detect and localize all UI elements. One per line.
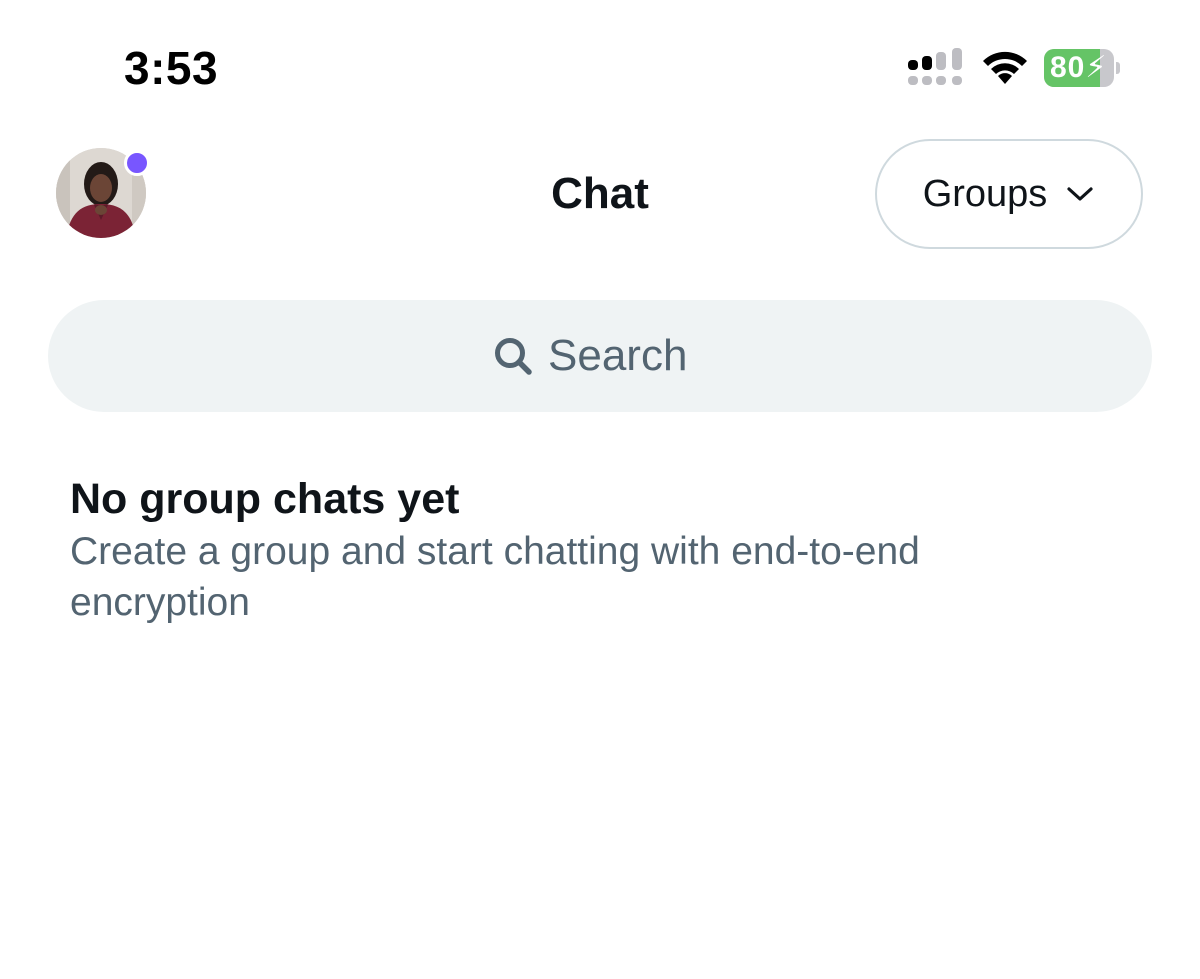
- search-input[interactable]: [548, 331, 708, 381]
- groups-filter-button[interactable]: Groups: [875, 139, 1143, 249]
- status-time: 3:53: [124, 42, 219, 94]
- wifi-icon: [983, 51, 1027, 84]
- status-icons: 80⚡: [906, 46, 1120, 90]
- chevron-down-icon: [1067, 187, 1093, 201]
- battery-level: 80: [1050, 51, 1086, 84]
- search-bar[interactable]: [48, 300, 1152, 412]
- empty-state-description: Create a group and start chatting with e…: [70, 530, 920, 624]
- charging-bolt-icon: ⚡: [1085, 51, 1108, 84]
- signal-icon: [908, 48, 962, 85]
- search-icon: [495, 338, 532, 375]
- empty-state-title: No group chats yet: [70, 475, 460, 523]
- groups-filter-label: Groups: [922, 173, 1048, 215]
- battery-charging-icon: 80⚡: [1044, 49, 1120, 87]
